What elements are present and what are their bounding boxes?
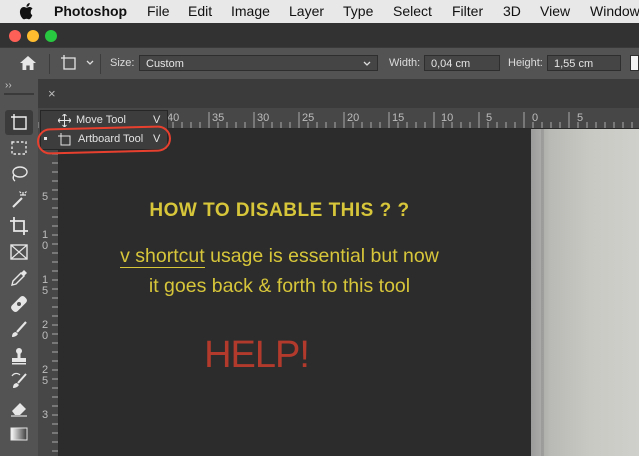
panel-grip — [4, 93, 34, 95]
size-select-value: Custom — [146, 58, 184, 70]
menu-3d[interactable]: 3D — [503, 3, 521, 19]
ruler-label: 2 5 — [42, 364, 49, 387]
flyout-item-shortcut: V — [153, 114, 161, 126]
width-label: Width: — [389, 57, 421, 69]
canvas-text-line-2: it goes back & forth to this tool — [148, 275, 411, 297]
height-input[interactable]: 1,55 cm — [547, 55, 621, 71]
ruler-label: 1 0 — [42, 229, 49, 252]
menu-edit[interactable]: Edit — [188, 3, 212, 19]
ruler-label: 30 — [257, 112, 270, 124]
artboard-tool-icon — [11, 114, 27, 130]
tools-panel: ›› — [0, 79, 39, 456]
history-brush-tool-icon[interactable] — [9, 372, 29, 392]
menu-layer[interactable]: Layer — [289, 3, 324, 19]
ruler-label: 5 — [42, 191, 49, 203]
photo-edge — [541, 129, 544, 456]
ruler-label: 20 — [347, 112, 360, 124]
zoom-window-button[interactable] — [45, 30, 57, 42]
close-icon[interactable]: × — [48, 86, 56, 101]
ruler-label: 3 — [42, 409, 49, 421]
shortcut-highlight: v shortcut — [120, 245, 205, 268]
menu-file[interactable]: File — [147, 3, 170, 19]
gradient-tool-icon[interactable] — [9, 424, 29, 444]
eraser-tool-icon[interactable] — [9, 398, 29, 418]
move-tool-icon — [58, 114, 71, 127]
size-select[interactable]: Custom — [139, 55, 378, 71]
menu-image[interactable]: Image — [231, 3, 270, 19]
ruler-label: 35 — [212, 112, 225, 124]
ruler-label: 1 5 — [42, 274, 49, 297]
chevron-down-icon[interactable] — [86, 60, 94, 66]
frame-tool-icon[interactable] — [9, 242, 29, 262]
menu-view[interactable]: View — [540, 3, 570, 19]
ruler-label: 5 — [486, 112, 493, 124]
size-label: Size: — [110, 57, 135, 69]
healing-brush-tool-icon[interactable] — [9, 294, 29, 314]
menu-bar: Photoshop File Edit Image Layer Type Sel… — [0, 0, 639, 24]
magic-wand-tool-icon[interactable] — [9, 190, 29, 210]
red-highlight-circle — [36, 125, 172, 155]
artboard-tool-button[interactable] — [5, 110, 33, 135]
options-bar: Size: Custom Width: 0,04 cm Height: 1,55… — [0, 47, 639, 80]
swap-dimensions-button[interactable] — [630, 55, 639, 71]
ruler-label: 5 — [577, 112, 584, 124]
window-titlebar — [0, 23, 639, 47]
document-tab-strip: × — [38, 79, 639, 108]
ruler-label: 2 0 — [42, 319, 49, 342]
canvas-text-line-1: v shortcut usage is essential but now — [59, 245, 500, 268]
menu-type[interactable]: Type — [343, 3, 373, 19]
separator — [49, 54, 50, 74]
eyedropper-tool-icon[interactable] — [9, 268, 29, 288]
help-text: HELP! — [204, 334, 310, 376]
vertical-ruler[interactable]: 5 1 0 1 5 2 0 2 5 3 — [38, 128, 59, 456]
separator — [100, 54, 101, 74]
collapse-panel-icon[interactable]: ›› — [5, 80, 12, 91]
ruler-label: 15 — [392, 112, 405, 124]
lasso-tool-icon[interactable] — [9, 164, 29, 184]
ruler-label: 10 — [441, 112, 454, 124]
brush-tool-icon[interactable] — [9, 320, 29, 340]
height-label: Height: — [508, 57, 543, 69]
ruler-label: 25 — [302, 112, 315, 124]
menu-filter[interactable]: Filter — [452, 3, 483, 19]
canvas-question-title: HOW TO DISABLE THIS ? ? — [149, 200, 410, 221]
canvas-text-line-1-rest: usage is essential but now — [204, 245, 439, 267]
ruler-label: 40 — [167, 112, 180, 124]
marquee-tool-icon[interactable] — [9, 138, 29, 158]
menu-app-name[interactable]: Photoshop — [54, 3, 127, 19]
photo-layer[interactable] — [531, 129, 639, 456]
artboard-tool-icon[interactable] — [60, 55, 78, 71]
ruler-label: 0 — [532, 112, 539, 124]
menu-window[interactable]: Window — [590, 3, 639, 19]
close-window-button[interactable] — [9, 30, 21, 42]
minimize-window-button[interactable] — [27, 30, 39, 42]
crop-tool-icon[interactable] — [9, 216, 29, 236]
clone-stamp-tool-icon[interactable] — [9, 346, 29, 366]
home-icon[interactable] — [20, 56, 36, 70]
chevron-down-icon — [363, 61, 371, 66]
menu-select[interactable]: Select — [393, 3, 432, 19]
apple-icon[interactable] — [19, 2, 35, 20]
flyout-item-label: Move Tool — [76, 114, 126, 126]
width-input[interactable]: 0,04 cm — [424, 55, 500, 71]
